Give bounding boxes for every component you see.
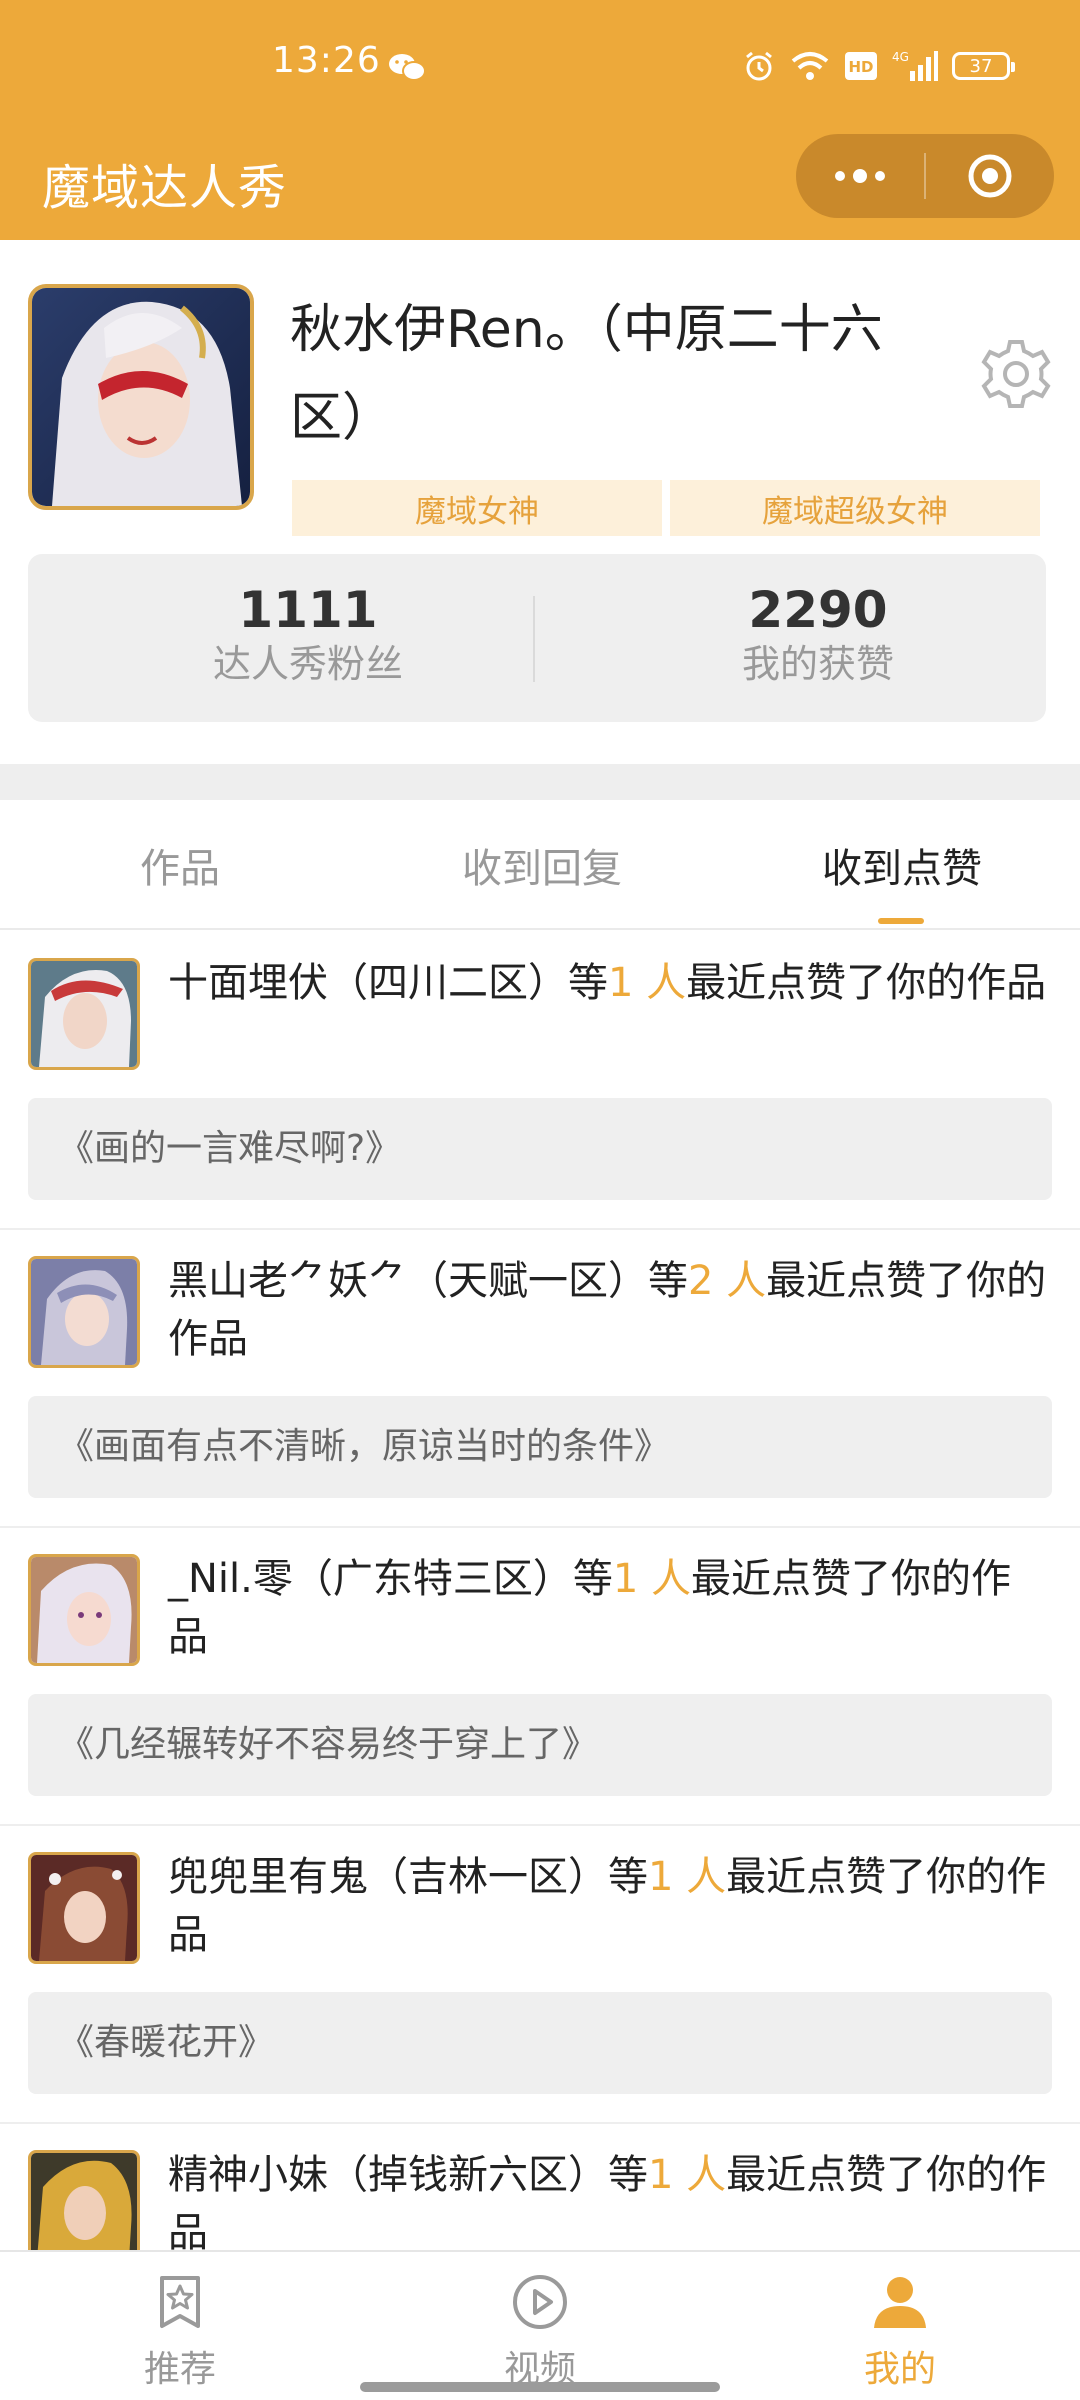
more-dots-icon <box>835 169 885 183</box>
tab-bar: 作品 收到回复 收到点赞 <box>0 800 1080 930</box>
work-title[interactable]: 《画面有点不清晰，原谅当时的条件》 <box>28 1396 1052 1498</box>
like-message: _Nil.零（广东特三区）等1 人最近点赞了你的作品 <box>168 1550 1048 1666</box>
like-suffix: 最近点赞了你的作品 <box>686 960 1047 1006</box>
hd-icon: HD <box>845 52 877 80</box>
avatar[interactable] <box>28 284 254 510</box>
battery-level: 37 <box>969 55 993 77</box>
likes-stat[interactable]: 2290 我的获赞 <box>598 582 1038 688</box>
fans-label: 达人秀粉丝 <box>212 642 403 686</box>
home-indicator <box>360 2382 720 2392</box>
status-time: 13:26 <box>272 40 381 81</box>
miniprogram-capsule <box>796 134 1054 218</box>
tab-works[interactable]: 作品 <box>140 836 220 894</box>
likes-label: 我的获赞 <box>741 642 894 686</box>
liker-name: 兜兜里有鬼（吉林一区）等 <box>168 1854 648 1900</box>
close-miniprogram-button[interactable] <box>926 134 1054 218</box>
liker-name: 十面埋伏（四川二区）等 <box>168 960 608 1006</box>
user-avatar[interactable] <box>28 1554 140 1666</box>
svg-text:HD: HD <box>848 58 873 76</box>
nav-recommend-label: 推荐 <box>143 2349 216 2390</box>
avatar-image <box>31 1557 137 1663</box>
target-close-icon <box>968 154 1012 198</box>
work-title[interactable]: 《画的一言难尽啊?》 <box>28 1098 1052 1200</box>
user-avatar[interactable] <box>28 1852 140 1964</box>
profile-section: 秋水伊Ren。（中原二十六区） 魔域女神 魔域超级女神 1111 达人秀粉丝 2… <box>0 240 1080 764</box>
avatar-image <box>31 961 137 1067</box>
settings-gear-icon[interactable] <box>978 336 1054 412</box>
page-title: 魔域达人秀 <box>42 160 288 216</box>
nav-mine[interactable]: 我的 <box>720 2252 1080 2400</box>
more-button[interactable] <box>796 134 924 218</box>
tab-replies[interactable]: 收到回复 <box>462 836 622 894</box>
fans-stat[interactable]: 1111 达人秀粉丝 <box>88 582 528 688</box>
play-circle-icon <box>513 2275 567 2329</box>
nav-video[interactable]: 视频 <box>360 2252 720 2400</box>
bottom-navigation: 推荐 视频 我的 <box>0 2250 1080 2400</box>
work-title[interactable]: 《春暖花开》 <box>28 1992 1052 2094</box>
fans-count: 1111 <box>238 581 378 639</box>
alarm-icon <box>746 51 772 81</box>
list-item[interactable]: _Nil.零（广东特三区）等1 人最近点赞了你的作品 《几经辗转好不容易终于穿上… <box>0 1528 1080 1826</box>
liker-count: 1 人 <box>612 1556 692 1602</box>
badge-goddess: 魔域女神 <box>292 480 662 536</box>
like-message: 十面埋伏（四川二区）等1 人最近点赞了你的作品 <box>168 954 1048 1012</box>
star-bookmark-icon <box>160 2276 200 2328</box>
list-item[interactable]: 十面埋伏（四川二区）等1 人最近点赞了你的作品 《画的一言难尽啊?》 <box>0 932 1080 1230</box>
user-icon <box>874 2277 926 2328</box>
likes-feed: 十面埋伏（四川二区）等1 人最近点赞了你的作品 《画的一言难尽啊?》 黑山老⺈妖… <box>0 932 1080 2250</box>
badge-super-goddess: 魔域超级女神 <box>670 480 1040 536</box>
top-bar: 13:26 HD 4G 37 魔域达人秀 <box>0 0 1080 240</box>
like-message: 精神小妹（掉钱新六区）等1 人最近点赞了你的作品 <box>168 2146 1048 2250</box>
list-item[interactable]: 精神小妹（掉钱新六区）等1 人最近点赞了你的作品 <box>0 2124 1080 2250</box>
stats-divider <box>533 596 535 682</box>
liker-count: 1 人 <box>608 960 687 1006</box>
wechat-icon <box>389 54 426 81</box>
list-item[interactable]: 兜兜里有鬼（吉林一区）等1 人最近点赞了你的作品 《春暖花开》 <box>0 1826 1080 2124</box>
section-separator <box>0 764 1080 800</box>
profile-nickname: 秋水伊Ren。（中原二十六区） <box>290 300 883 448</box>
likes-count: 2290 <box>748 581 888 639</box>
avatar-image <box>31 1259 137 1365</box>
title-badges: 魔域女神 魔域超级女神 <box>292 480 1040 536</box>
liker-count: 1 人 <box>648 2152 727 2198</box>
liker-count: 1 人 <box>648 1854 727 1900</box>
avatar-image <box>32 288 250 506</box>
user-avatar[interactable] <box>28 958 140 1070</box>
tab-likes[interactable]: 收到点赞 <box>822 836 982 894</box>
liker-name: 黑山老⺈妖⺈（天赋一区）等 <box>168 1258 688 1304</box>
svg-text:4G: 4G <box>892 50 909 64</box>
avatar-image <box>31 1855 137 1961</box>
user-avatar[interactable] <box>28 2150 140 2250</box>
like-message: 黑山老⺈妖⺈（天赋一区）等2 人最近点赞了你的作品 <box>168 1252 1048 1368</box>
work-title[interactable]: 《几经辗转好不容易终于穿上了》 <box>28 1694 1052 1796</box>
status-bar: 13:26 HD 4G 37 <box>0 0 1080 134</box>
liker-count: 2 人 <box>688 1258 767 1304</box>
wifi-icon <box>791 52 829 80</box>
user-avatar[interactable] <box>28 1256 140 1368</box>
signal-icon: 4G <box>892 50 938 81</box>
status-icons: HD 4G 37 <box>742 44 1015 88</box>
avatar-image <box>31 2153 137 2250</box>
nav-recommend[interactable]: 推荐 <box>0 2252 360 2400</box>
stats-card: 1111 达人秀粉丝 2290 我的获赞 <box>28 554 1046 722</box>
liker-name: 精神小妹（掉钱新六区）等 <box>168 2152 648 2198</box>
nav-mine-label: 我的 <box>863 2349 936 2390</box>
battery-icon: 37 <box>952 52 1015 80</box>
list-item[interactable]: 黑山老⺈妖⺈（天赋一区）等2 人最近点赞了你的作品 《画面有点不清晰，原谅当时的… <box>0 1230 1080 1528</box>
like-message: 兜兜里有鬼（吉林一区）等1 人最近点赞了你的作品 <box>168 1848 1048 1964</box>
app-root: 13:26 HD 4G 37 魔域达人秀 秋水伊Ren。（中原二十六区） 魔域女… <box>0 0 1080 2400</box>
liker-name: _Nil.零（广东特三区）等 <box>168 1556 613 1602</box>
active-tab-indicator <box>878 918 924 924</box>
